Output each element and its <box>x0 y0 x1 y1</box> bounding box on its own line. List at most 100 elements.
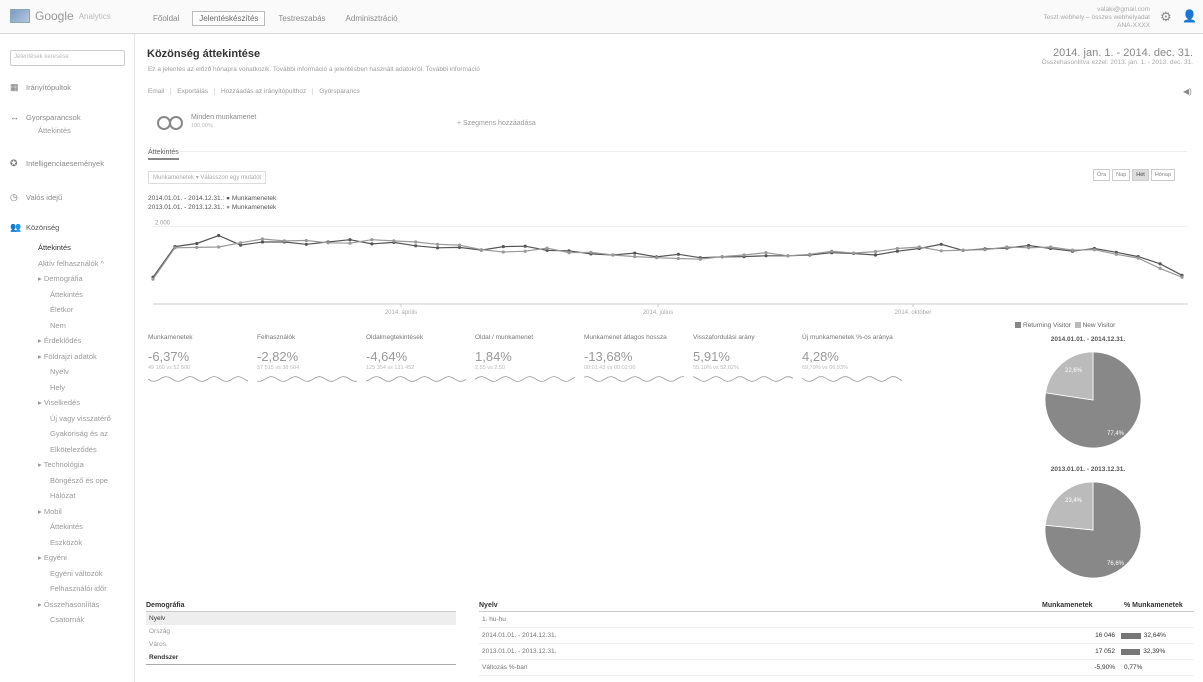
granularity-month[interactable]: Hónap <box>1150 169 1176 181</box>
sidebar-audience-item[interactable]: Új vagy visszatérő <box>50 414 111 423</box>
demography-row-country[interactable]: Ország <box>146 625 456 638</box>
sidebar-item-intelligence[interactable]: ✪ Intelligenciaesemények <box>10 158 104 169</box>
sidebar-item-realtime[interactable]: ◷ Valós idejű <box>10 192 62 203</box>
metric-value: -4,64% <box>366 349 408 364</box>
data-point-2014 <box>676 252 681 256</box>
metric-card[interactable]: Munkamenet átlagos hossza -13,68% 00:01:43… <box>584 334 692 384</box>
table-row[interactable]: 2013.01.01. - 2013.12.31. 17 052 32,39% <box>479 644 1194 660</box>
sidebar-audience-item[interactable]: Nyelv <box>50 367 69 376</box>
metric-card[interactable]: Oldal / munkamenet 1,84% 2,55 vs 2,50 <box>475 334 583 384</box>
table-row[interactable]: 2014.01.01. - 2014.12.31. 16 046 32,64% <box>479 628 1194 644</box>
email-button[interactable]: Email <box>148 88 172 95</box>
gear-icon[interactable]: ⚙ <box>1160 9 1172 25</box>
metric-label: Oldal / munkamenet <box>475 334 534 341</box>
data-point-2013 <box>326 241 330 245</box>
detail-header: Nyelv Munkamenetek % Munkamenetek <box>479 602 1194 612</box>
granularity-week[interactable]: Hét <box>1132 169 1149 181</box>
sidebar-audience-item[interactable]: ▸ Érdeklődés <box>38 336 81 345</box>
granularity-hour[interactable]: Óra <box>1093 169 1111 181</box>
data-point-2013 <box>151 277 155 281</box>
metric-card[interactable]: Visszafordulási arány 5,91% 55,10% vs 52,0… <box>693 334 801 384</box>
export-button[interactable]: Exportálás <box>177 88 215 95</box>
row-label: 1. hu-hu <box>482 616 506 623</box>
demography-row-language[interactable]: Nyelv <box>146 612 456 625</box>
metric-card[interactable]: Felhasználók -2,82% 37 515 vs 38 604 <box>257 334 365 384</box>
sidebar-audience-item[interactable]: Áttekintés <box>50 290 83 299</box>
pie-chart-2013: 76,6% 23,4% <box>1044 481 1142 579</box>
people-icon: 👥 <box>10 222 22 232</box>
add-segment-button[interactable]: + Szegmens hozzáadása <box>457 120 536 127</box>
tab-home[interactable]: Főoldal <box>146 11 186 26</box>
shortcut-button[interactable]: Gyorsparancs <box>319 88 365 95</box>
pie-slice-returning <box>1045 351 1094 401</box>
sidebar-audience-item[interactable]: Elköteleződés <box>50 445 97 454</box>
sidebar-audience-item[interactable]: Egyéni változók <box>50 569 103 578</box>
add-to-dashboard-button[interactable]: Hozzáadás az irányítópulthoz <box>221 88 314 95</box>
data-point-2013 <box>786 254 790 258</box>
metric-selector[interactable]: Munkamenetek ▾ Válasszon egy mutatót <box>148 171 267 184</box>
sidebar-audience-item[interactable]: Gyakoriság és az <box>50 429 108 438</box>
metric-card[interactable]: Munkamenetek -6,37% 49 160 vs 52 500 <box>148 334 256 384</box>
metric-label: Felhasználók <box>257 334 296 341</box>
sidebar-item-shortcuts[interactable]: ↔ Gyorsparancsok <box>10 112 81 122</box>
sidebar-audience-item[interactable]: Nem <box>50 321 66 330</box>
demography-row-city[interactable]: Város <box>146 638 456 651</box>
sidebar-audience-item[interactable]: Aktív felhasználók ^ <box>38 259 104 268</box>
data-point-2013 <box>1049 245 1053 249</box>
sessions-line-chart: 2 000 2014. április 2014. július 2014. októ… <box>143 208 1193 318</box>
date-range-picker[interactable]: 2014. jan. 1. - 2014. dec. 31. <box>973 47 1193 59</box>
granularity-day[interactable]: Nap <box>1112 169 1131 181</box>
metric-card[interactable]: Oldalmegtekintések -4,64% 125 354 vs 131 4… <box>366 334 474 384</box>
table-row[interactable]: Változás %-ban -5,90% 0,77% <box>479 660 1194 676</box>
metric-sub: 37 515 vs 38 604 <box>257 365 300 371</box>
data-point-2013 <box>589 250 593 254</box>
compare-range[interactable]: Összehasonlítva ezzel: 2013. jan. 1. - 2… <box>973 59 1193 66</box>
account-selector[interactable]: valaki@gmail.com Teszt webhely – összes … <box>1040 6 1150 30</box>
user-icon[interactable]: 👤 <box>1182 9 1197 23</box>
tab-customization[interactable]: Testreszabás <box>271 11 332 26</box>
sidebar-audience-item[interactable]: Eszközök <box>50 538 82 547</box>
metric-value: 4,28% <box>802 349 839 364</box>
data-point-2013 <box>983 248 987 252</box>
sidebar-audience-item[interactable]: Böngésző és ope <box>50 476 108 485</box>
segment-label[interactable]: Minden munkamenet <box>191 114 256 121</box>
metric-value: 1,84% <box>475 349 512 364</box>
data-point-2013 <box>961 248 965 252</box>
data-point-2013 <box>523 249 527 253</box>
sidebar-audience-item[interactable]: Hely <box>50 383 65 392</box>
sidebar-audience-item[interactable]: ▸ Összehasonlítás <box>38 600 99 609</box>
sidebar-audience-item[interactable]: Áttekintés <box>50 522 83 531</box>
tab-overview[interactable]: Áttekintés <box>148 149 179 160</box>
sidebar-audience-item[interactable]: ▸ Mobil <box>38 507 62 516</box>
sidebar-audience-item[interactable]: ▸ Viselkedés <box>38 398 80 407</box>
sidebar-item-dashboards[interactable]: ▦ Irányítópultok <box>10 82 71 93</box>
data-point-2013 <box>370 238 374 242</box>
demography-system[interactable]: Rendszer <box>146 651 456 665</box>
sidebar-audience-item[interactable]: ▸ Földrajzi adatok <box>38 352 97 361</box>
metric-label: Munkamenet átlagos hossza <box>584 334 667 341</box>
sidebar-audience-item[interactable]: Életkor <box>50 305 73 314</box>
table-row[interactable]: 1. hu-hu <box>479 612 1194 628</box>
sidebar-audience-item[interactable]: ▸ Egyéni <box>38 553 67 562</box>
data-point-2013 <box>698 257 702 261</box>
top-bar: Google Analytics Főoldal Jelentéskészíté… <box>0 0 1203 34</box>
sidebar-audience-item[interactable]: Hálózat <box>50 491 75 500</box>
tab-reporting[interactable]: Jelentéskészítés <box>192 11 266 26</box>
segment-circles-icon[interactable] <box>157 116 183 130</box>
google-analytics-logo[interactable]: Google Analytics <box>10 9 111 23</box>
sidebar-item-shortcuts-overview[interactable]: Áttekintés <box>38 126 71 135</box>
tab-admin[interactable]: Adminisztráció <box>339 11 405 26</box>
sidebar-audience-item[interactable]: Csatornák <box>50 615 84 624</box>
sidebar-audience-item[interactable]: Áttekintés <box>38 243 71 252</box>
sidebar-audience-item[interactable]: Felhasználói időr <box>50 584 107 593</box>
data-point-2013 <box>304 238 308 243</box>
speaker-icon[interactable]: ◀) <box>1183 87 1192 96</box>
metric-card[interactable]: Új munkamenetek %-os aránya 4,28% 69,79% v… <box>802 334 910 384</box>
segment-percent: 100,00% <box>191 123 213 129</box>
sidebar-audience-item[interactable]: ▸ Demográfia <box>38 274 83 283</box>
report-search-input[interactable]: Jelentések keresése <box>10 50 125 66</box>
sidebar-item-audience[interactable]: 👥 Közönség <box>10 222 59 233</box>
data-point-2014 <box>260 240 265 244</box>
sidebar-audience-item[interactable]: ▸ Technológia <box>38 460 84 469</box>
metric-value: 5,91% <box>693 349 730 364</box>
